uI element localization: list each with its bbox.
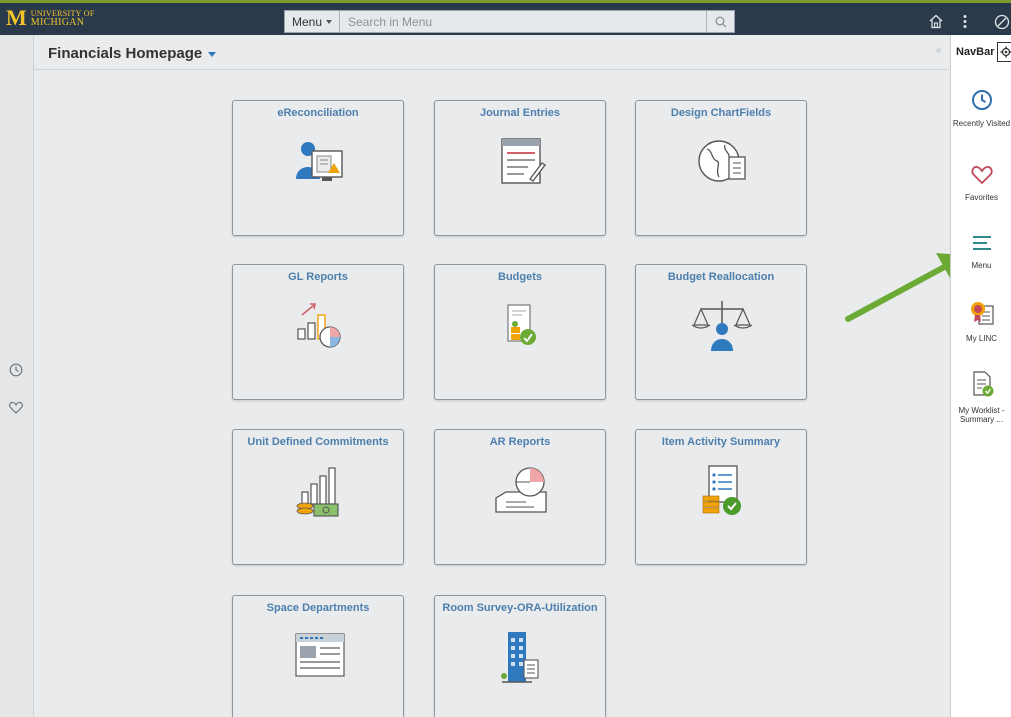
logo-line2: MICHIGAN: [30, 17, 85, 28]
navbar-item-my-linc[interactable]: My LINC: [951, 300, 1011, 343]
navbar-item-label: Recently Visited: [952, 119, 1011, 128]
tile-budgets[interactable]: Budgets: [434, 264, 606, 400]
clock-icon[interactable]: [9, 363, 23, 377]
tile-title: Journal Entries: [479, 107, 561, 119]
journal-entries-icon: [501, 138, 546, 184]
commitments-icon: [296, 467, 339, 517]
building-icon: [501, 632, 539, 683]
search-scope-label: Menu: [291, 14, 323, 29]
menu-lines-icon: [972, 236, 991, 250]
search-button[interactable]: [706, 11, 734, 32]
tile-title: Item Activity Summary: [661, 436, 781, 448]
search-icon: [715, 16, 726, 27]
annotation-arrow: [845, 253, 962, 322]
tile-ereconciliation[interactable]: eReconciliation: [232, 100, 404, 236]
logo-letter: M: [6, 5, 27, 30]
badge-icon: [970, 302, 994, 325]
tile-title: eReconciliation: [277, 107, 359, 119]
page-header: Financials Homepage: [34, 38, 949, 70]
navbar-item-favorites[interactable]: Favorites: [951, 165, 1011, 202]
tile-title: AR Reports: [489, 436, 551, 448]
item-activity-icon: [702, 465, 741, 515]
home-icon[interactable]: [928, 14, 944, 29]
tile-title: Room Survey-ORA-Utilization: [442, 602, 598, 614]
navbar-collapse-icon[interactable]: «: [936, 45, 942, 56]
tile-unit-defined-commitments[interactable]: Unit Defined Commitments: [232, 429, 404, 565]
heart-icon: [970, 166, 993, 185]
tile-title: Budgets: [498, 271, 542, 283]
tile-ar-reports[interactable]: AR Reports: [434, 429, 606, 565]
newspaper-icon: [295, 633, 345, 677]
tile-item-activity-summary[interactable]: Item Activity Summary: [635, 429, 807, 565]
gear-icon: [1000, 46, 1011, 58]
navbar-item-recently-visited[interactable]: Recently Visited: [951, 89, 1011, 128]
page-title[interactable]: Financials Homepage: [48, 45, 202, 62]
worklist-icon: [972, 371, 993, 397]
navbar-item-label: Favorites: [965, 193, 998, 202]
tile-design-chartfields[interactable]: Design ChartFields: [635, 100, 807, 236]
navbar-item-label: My Worklist -: [958, 406, 1005, 415]
navbar-settings-button[interactable]: [997, 42, 1011, 62]
tile-space-departments[interactable]: Space Departments: [232, 595, 404, 717]
ar-reports-icon: [495, 467, 547, 513]
search-box: Menu: [284, 10, 735, 33]
navbar-item-my-worklist[interactable]: My Worklist - Summary ...: [951, 370, 1011, 424]
tile-journal-entries[interactable]: Journal Entries: [434, 100, 606, 236]
navbar-compass-icon[interactable]: [994, 14, 1010, 30]
tile-title: Space Departments: [266, 602, 370, 614]
left-rail: [0, 35, 34, 717]
navbar-item-menu[interactable]: Menu: [951, 233, 1011, 270]
budgets-icon: [507, 304, 536, 345]
search-scope-dropdown[interactable]: Menu: [285, 11, 340, 32]
clock-icon: [971, 90, 992, 110]
gl-reports-chart-icon: [297, 303, 341, 348]
search-input[interactable]: [340, 11, 706, 32]
university-logo[interactable]: M UNIVERSITY OF MICHIGAN: [6, 5, 95, 30]
top-bar: M UNIVERSITY OF MICHIGAN Menu: [0, 0, 1011, 35]
tile-gl-reports[interactable]: GL Reports: [232, 264, 404, 400]
tile-title: GL Reports: [288, 271, 348, 283]
navbar-panel: NavBar Recently Visited Favorites Menu M…: [950, 35, 1011, 717]
tile-title: Design ChartFields: [670, 107, 772, 119]
navbar-item-label: Menu: [971, 261, 992, 270]
tile-title: Budget Reallocation: [667, 271, 775, 283]
tile-budget-reallocation[interactable]: Budget Reallocation: [635, 264, 807, 400]
chevron-down-icon[interactable]: [208, 52, 217, 57]
scale-icon: [691, 301, 753, 351]
navbar-title: NavBar: [956, 46, 995, 58]
tile-title: Unit Defined Commitments: [247, 436, 389, 448]
globe-document-icon: [698, 140, 746, 182]
tile-room-survey-ora-utilization[interactable]: Room Survey-ORA-Utilization: [434, 595, 606, 717]
actions-menu-icon[interactable]: [962, 14, 968, 29]
ereconciliation-icon: [296, 142, 343, 181]
navbar-item-label: My LINC: [965, 334, 998, 343]
chevron-down-icon: [326, 19, 333, 24]
navbar-item-label-line2: Summary ...: [959, 415, 1004, 424]
heart-icon[interactable]: [9, 401, 23, 414]
